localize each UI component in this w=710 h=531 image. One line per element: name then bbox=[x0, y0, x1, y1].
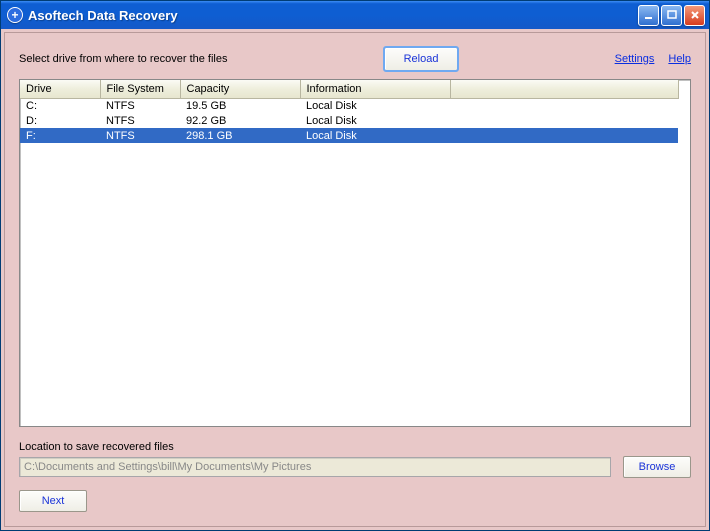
cell-fs: NTFS bbox=[100, 98, 180, 113]
cell-fs: NTFS bbox=[100, 128, 180, 143]
window-controls bbox=[638, 5, 705, 26]
table-row[interactable]: D:NTFS92.2 GBLocal Disk bbox=[20, 113, 678, 128]
close-button[interactable] bbox=[684, 5, 705, 26]
cell-capacity: 298.1 GB bbox=[180, 128, 300, 143]
app-window: + Asoftech Data Recovery Select drive fr… bbox=[0, 0, 710, 531]
drive-table: Drive File System Capacity Information C… bbox=[20, 80, 679, 143]
cell-drive: F: bbox=[20, 128, 100, 143]
minimize-button[interactable] bbox=[638, 5, 659, 26]
client-area: Select drive from where to recover the f… bbox=[4, 32, 706, 527]
help-link[interactable]: Help bbox=[668, 53, 691, 65]
cell-drive: D: bbox=[20, 113, 100, 128]
cell-capacity: 19.5 GB bbox=[180, 98, 300, 113]
settings-link[interactable]: Settings bbox=[615, 53, 655, 65]
prompt-label: Select drive from where to recover the f… bbox=[19, 53, 227, 65]
cell-info: Local Disk bbox=[300, 113, 450, 128]
window-title: Asoftech Data Recovery bbox=[28, 8, 638, 23]
drive-list[interactable]: Drive File System Capacity Information C… bbox=[19, 79, 691, 427]
reload-button[interactable]: Reload bbox=[384, 47, 458, 71]
bottom-panel: Location to save recovered files Browse … bbox=[19, 441, 691, 512]
table-row[interactable]: C:NTFS19.5 GBLocal Disk bbox=[20, 98, 678, 113]
cell-drive: C: bbox=[20, 98, 100, 113]
col-header-filesystem[interactable]: File System bbox=[100, 80, 180, 98]
maximize-button[interactable] bbox=[661, 5, 682, 26]
col-header-capacity[interactable]: Capacity bbox=[180, 80, 300, 98]
next-button[interactable]: Next bbox=[19, 490, 87, 512]
cell-empty bbox=[450, 128, 678, 143]
browse-button[interactable]: Browse bbox=[623, 456, 691, 478]
cell-fs: NTFS bbox=[100, 113, 180, 128]
col-header-drive[interactable]: Drive bbox=[20, 80, 100, 98]
cell-info: Local Disk bbox=[300, 128, 450, 143]
titlebar[interactable]: + Asoftech Data Recovery bbox=[1, 1, 709, 29]
app-icon: + bbox=[7, 7, 23, 23]
location-input[interactable] bbox=[19, 457, 611, 477]
top-links: Settings Help bbox=[615, 53, 691, 65]
location-label: Location to save recovered files bbox=[19, 441, 691, 453]
col-header-empty[interactable] bbox=[450, 80, 678, 98]
cell-empty bbox=[450, 113, 678, 128]
cell-info: Local Disk bbox=[300, 98, 450, 113]
col-header-information[interactable]: Information bbox=[300, 80, 450, 98]
cell-capacity: 92.2 GB bbox=[180, 113, 300, 128]
cell-empty bbox=[450, 98, 678, 113]
top-row: Select drive from where to recover the f… bbox=[19, 47, 691, 71]
table-row[interactable]: F:NTFS298.1 GBLocal Disk bbox=[20, 128, 678, 143]
